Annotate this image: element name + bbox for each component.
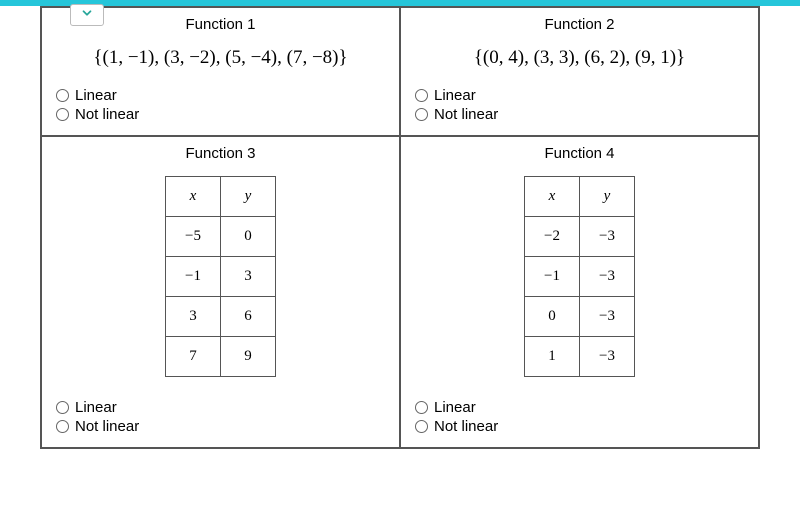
radio-icon[interactable] [415, 89, 428, 102]
functions-grid: Function 1 {(1, −1), (3, −2), (5, −4), (… [40, 6, 760, 449]
cell-y: 0 [221, 217, 276, 257]
function-3-table: x y −5 0 −1 3 3 6 7 9 [165, 176, 276, 377]
cell-x: 0 [525, 297, 580, 337]
f1-notlinear-label: Not linear [75, 106, 139, 123]
cell-function-4: Function 4 x y −2 −3 −1 −3 0 −3 1 −3 [400, 136, 759, 448]
f1-linear-label: Linear [75, 87, 117, 104]
f2-linear-row[interactable]: Linear [415, 87, 744, 104]
radio-icon[interactable] [415, 401, 428, 414]
radio-icon[interactable] [56, 89, 69, 102]
f3-linear-row[interactable]: Linear [56, 399, 385, 416]
function-3-options: Linear Not linear [56, 399, 385, 435]
f3-notlinear-label: Not linear [75, 418, 139, 435]
cell-x: −1 [525, 257, 580, 297]
header-y: y [580, 177, 635, 217]
table-row: −2 −3 [525, 217, 635, 257]
table-row: 7 9 [166, 337, 276, 377]
function-3-title: Function 3 [56, 145, 385, 162]
table-header-row: x y [166, 177, 276, 217]
f3-linear-label: Linear [75, 399, 117, 416]
function-1-options: Linear Not linear [56, 87, 385, 123]
dropdown-toggle[interactable] [70, 4, 104, 26]
cell-function-1: Function 1 {(1, −1), (3, −2), (5, −4), (… [41, 7, 400, 136]
header-x: x [166, 177, 221, 217]
header-x: x [525, 177, 580, 217]
f2-notlinear-label: Not linear [434, 106, 498, 123]
radio-icon[interactable] [56, 420, 69, 433]
f1-linear-row[interactable]: Linear [56, 87, 385, 104]
table-row: −1 −3 [525, 257, 635, 297]
cell-function-2: Function 2 {(0, 4), (3, 3), (6, 2), (9, … [400, 7, 759, 136]
f4-linear-row[interactable]: Linear [415, 399, 744, 416]
table-row: 0 −3 [525, 297, 635, 337]
function-1-title: Function 1 [56, 16, 385, 33]
header-y: y [221, 177, 276, 217]
cell-y: −3 [580, 297, 635, 337]
cell-y: −3 [580, 337, 635, 377]
cell-y: 9 [221, 337, 276, 377]
function-2-title: Function 2 [415, 16, 744, 33]
function-4-table: x y −2 −3 −1 −3 0 −3 1 −3 [524, 176, 635, 377]
cell-x: −1 [166, 257, 221, 297]
cell-y: 3 [221, 257, 276, 297]
f4-linear-label: Linear [434, 399, 476, 416]
function-4-title: Function 4 [415, 145, 744, 162]
table-row: −1 3 [166, 257, 276, 297]
f4-notlinear-label: Not linear [434, 418, 498, 435]
chevron-down-icon [80, 6, 94, 25]
table-header-row: x y [525, 177, 635, 217]
table-row: 3 6 [166, 297, 276, 337]
function-4-options: Linear Not linear [415, 399, 744, 435]
cell-x: 1 [525, 337, 580, 377]
f4-notlinear-row[interactable]: Not linear [415, 418, 744, 435]
cell-x: 7 [166, 337, 221, 377]
radio-icon[interactable] [56, 108, 69, 121]
table-row: −5 0 [166, 217, 276, 257]
f3-notlinear-row[interactable]: Not linear [56, 418, 385, 435]
cell-function-3: Function 3 x y −5 0 −1 3 3 6 7 9 [41, 136, 400, 448]
cell-y: 6 [221, 297, 276, 337]
function-2-set: {(0, 4), (3, 3), (6, 2), (9, 1)} [415, 47, 744, 69]
radio-icon[interactable] [415, 108, 428, 121]
radio-icon[interactable] [56, 401, 69, 414]
cell-x: −2 [525, 217, 580, 257]
f2-notlinear-row[interactable]: Not linear [415, 106, 744, 123]
cell-x: 3 [166, 297, 221, 337]
cell-y: −3 [580, 257, 635, 297]
function-1-set: {(1, −1), (3, −2), (5, −4), (7, −8)} [56, 47, 385, 69]
f2-linear-label: Linear [434, 87, 476, 104]
f1-notlinear-row[interactable]: Not linear [56, 106, 385, 123]
function-2-options: Linear Not linear [415, 87, 744, 123]
radio-icon[interactable] [415, 420, 428, 433]
cell-x: −5 [166, 217, 221, 257]
table-row: 1 −3 [525, 337, 635, 377]
cell-y: −3 [580, 217, 635, 257]
